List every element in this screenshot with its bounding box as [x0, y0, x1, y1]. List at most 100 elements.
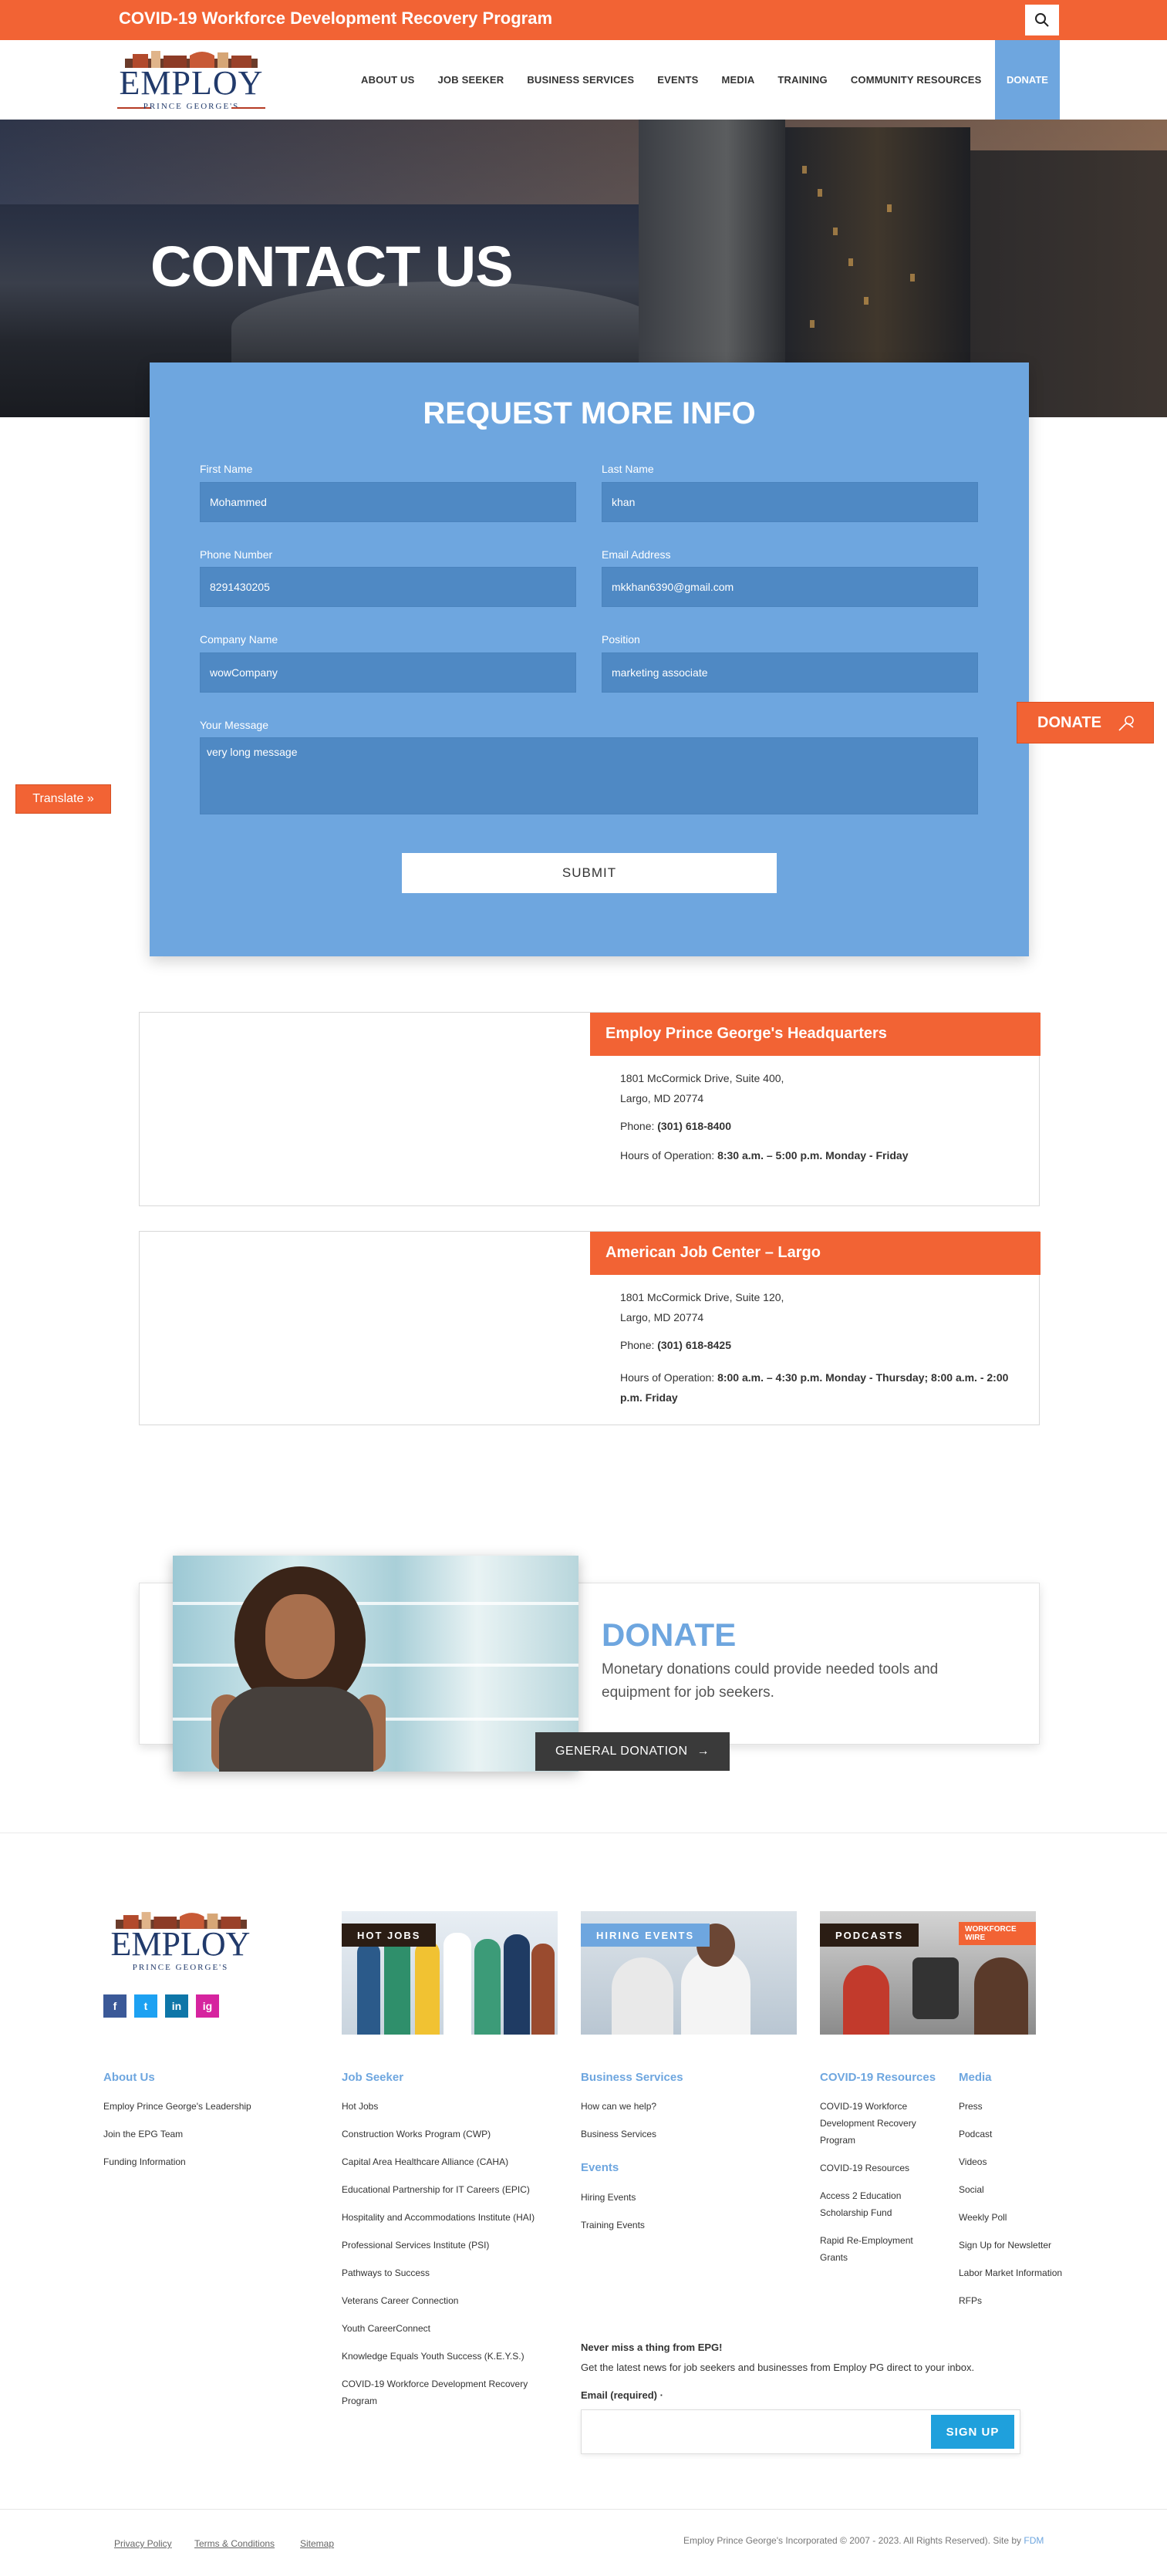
footer-logo[interactable]: EMPLOY PRINCE GEORGE'S — [102, 1909, 259, 1978]
footer-link[interactable]: Construction Works Program (CWP) — [342, 2127, 491, 2141]
footer-link[interactable]: Employ Prince George's Leadership — [103, 2099, 251, 2113]
location-hours: Hours of Operation: 8:30 a.m. – 5:00 p.m… — [620, 1149, 908, 1162]
terms-link[interactable]: Terms & Conditions — [194, 2538, 275, 2549]
footer-covid-title[interactable]: COVID-19 Resources — [820, 2071, 936, 2084]
photo-shelf — [173, 1602, 578, 1605]
footer-link[interactable]: Program — [820, 2133, 855, 2147]
promo-person — [444, 1933, 471, 2035]
footer-link[interactable]: Hiring Events — [581, 2190, 636, 2204]
footer-link[interactable]: Weekly Poll — [959, 2210, 1007, 2224]
nav-business-services[interactable]: BUSINESS SERVICES — [527, 74, 634, 86]
facebook-icon[interactable]: f — [103, 1994, 126, 2018]
position-input[interactable]: marketing associate — [602, 652, 978, 693]
request-info-form: REQUEST MORE INFO First Name Mohammed La… — [150, 362, 1029, 956]
footer-link[interactable]: Labor Market Information — [959, 2266, 1062, 2280]
fdm-link[interactable]: FDM — [1024, 2535, 1044, 2546]
footer-link[interactable]: COVID-19 Workforce Development Recovery — [342, 2377, 528, 2391]
footer-job-seeker-title[interactable]: Job Seeker — [342, 2071, 403, 2084]
sitemap-link[interactable]: Sitemap — [300, 2538, 334, 2549]
footer-link[interactable]: COVID-19 Resources — [820, 2161, 909, 2175]
footer-link[interactable]: Hot Jobs — [342, 2099, 378, 2113]
footer-link[interactable]: COVID-19 Workforce — [820, 2099, 907, 2113]
linkedin-icon[interactable]: in — [165, 1994, 188, 2018]
twitter-icon[interactable]: t — [134, 1994, 157, 2018]
nav-community-resources[interactable]: COMMUNITY RESOURCES — [851, 74, 982, 86]
covid-program-link[interactable]: COVID-19 Workforce Development Recovery … — [119, 8, 552, 29]
promo-person — [474, 1939, 501, 2035]
footer-link[interactable]: Pathways to Success — [342, 2266, 430, 2280]
footer-link[interactable]: Rapid Re-Employment — [820, 2234, 913, 2247]
nav-about-us[interactable]: ABOUT US — [361, 74, 415, 86]
donate-title: DONATE — [602, 1617, 737, 1653]
arrow-right-icon: → — [696, 1745, 710, 1758]
footer-link[interactable]: Videos — [959, 2155, 987, 2169]
footer-divider — [0, 2509, 1167, 2510]
footer-link[interactable]: How can we help? — [581, 2099, 656, 2113]
hiring-events-promo[interactable]: HIRING EVENTS — [581, 1911, 797, 2035]
footer-link[interactable]: Educational Partnership for IT Careers (… — [342, 2183, 530, 2197]
hours-label: Hours of Operation: — [620, 1149, 718, 1162]
email-input[interactable]: mkkhan6390@gmail.com — [602, 567, 978, 607]
promo-tag: HOT JOBS — [342, 1924, 437, 1947]
last-name-input[interactable]: khan — [602, 482, 978, 522]
search-button[interactable] — [1025, 5, 1059, 35]
footer-events-title[interactable]: Events — [581, 2161, 619, 2174]
first-name-input[interactable]: Mohammed — [200, 482, 576, 522]
footer-link[interactable]: Knowledge Equals Youth Success (K.E.Y.S.… — [342, 2349, 524, 2363]
location-title: American Job Center – Largo — [590, 1232, 1041, 1275]
privacy-policy-link[interactable]: Privacy Policy — [114, 2538, 172, 2549]
footer-link[interactable]: Hospitality and Accommodations Institute… — [342, 2210, 535, 2224]
footer-link[interactable]: Press — [959, 2099, 983, 2113]
hours-label: Hours of Operation: — [620, 1371, 718, 1384]
footer-link[interactable]: Business Services — [581, 2127, 656, 2141]
nav-events[interactable]: EVENTS — [657, 74, 698, 86]
location-card: Employ Prince George's Headquarters — [139, 1012, 1041, 1206]
footer-link[interactable]: Scholarship Fund — [820, 2206, 892, 2220]
floating-donate-button[interactable]: DONATE — [1017, 702, 1154, 743]
footer-link[interactable]: Access 2 Education — [820, 2189, 901, 2203]
footer-link[interactable]: Youth CareerConnect — [342, 2321, 430, 2335]
translate-button[interactable]: Translate » — [15, 784, 111, 814]
location-phone: Phone: (301) 618-8400 — [620, 1120, 731, 1132]
company-input[interactable]: wowCompany — [200, 652, 576, 693]
message-textarea[interactable]: very long message — [200, 737, 978, 814]
footer-link[interactable]: Training Events — [581, 2218, 645, 2232]
footer-logo-subtitle: PRINCE GEORGE'S — [132, 1963, 229, 1972]
promo-person — [531, 1944, 555, 2035]
instagram-icon[interactable]: ig — [196, 1994, 219, 2018]
hero-window — [810, 320, 815, 328]
footer-link[interactable]: Join the EPG Team — [103, 2127, 183, 2141]
nav-training[interactable]: TRAINING — [777, 74, 827, 86]
footer-link[interactable]: Sign Up for Newsletter — [959, 2238, 1051, 2252]
phone-number[interactable]: (301) 618-8425 — [657, 1339, 731, 1351]
footer-about-title[interactable]: About Us — [103, 2071, 155, 2084]
signup-button[interactable]: SIGN UP — [931, 2415, 1014, 2449]
footer-link[interactable]: Program — [342, 2394, 377, 2408]
phone-number[interactable]: (301) 618-8400 — [657, 1120, 731, 1132]
submit-button[interactable]: SUBMIT — [402, 853, 777, 893]
podcasts-promo[interactable]: PODCASTS WORKFORCE WIRE — [820, 1911, 1036, 2035]
general-donation-button[interactable]: GENERAL DONATION → — [535, 1732, 730, 1771]
footer-link[interactable]: RFPs — [959, 2294, 982, 2308]
email-label: Email Address — [602, 548, 671, 561]
nav-media[interactable]: MEDIA — [722, 74, 755, 86]
nav-donate[interactable]: DONATE — [995, 40, 1060, 120]
footer-link[interactable]: Professional Services Institute (PSI) — [342, 2238, 489, 2252]
footer-logo-wordmark: EMPLOY — [110, 1925, 251, 1963]
footer-link[interactable]: Veterans Career Connection — [342, 2294, 458, 2308]
nav-job-seeker[interactable]: JOB SEEKER — [438, 74, 504, 86]
footer-link[interactable]: Grants — [820, 2251, 848, 2264]
footer-link[interactable]: Capital Area Healthcare Alliance (CAHA) — [342, 2155, 508, 2169]
hero-window — [910, 274, 915, 282]
promo-person — [415, 1940, 440, 2035]
phone-input[interactable]: 8291430205 — [200, 567, 576, 607]
employ-pg-logo[interactable]: EMPLOY PRINCE GEORGE'S — [114, 46, 268, 114]
footer-business-title[interactable]: Business Services — [581, 2071, 683, 2084]
footer-link[interactable]: Podcast — [959, 2127, 992, 2141]
footer-link[interactable]: Social — [959, 2183, 984, 2197]
footer-link[interactable]: Development Recovery — [820, 2116, 916, 2130]
hot-jobs-promo[interactable]: HOT JOBS — [342, 1911, 558, 2035]
last-name-label: Last Name — [602, 463, 654, 475]
footer-link[interactable]: Funding Information — [103, 2155, 186, 2169]
footer-media-title[interactable]: Media — [959, 2071, 992, 2084]
